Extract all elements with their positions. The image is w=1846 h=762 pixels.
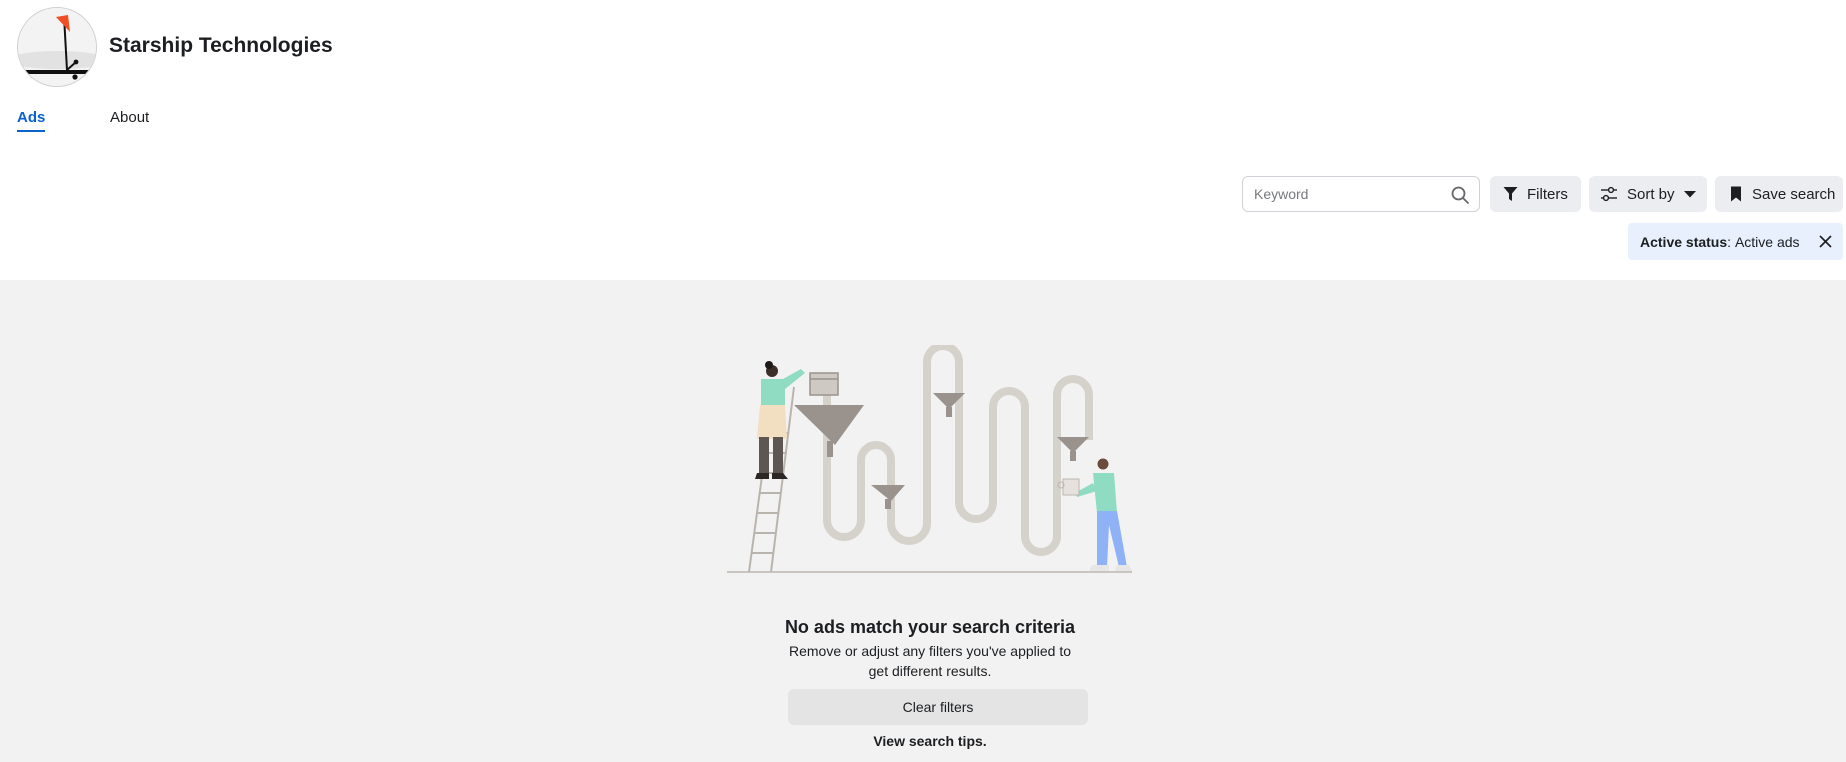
- keyword-search[interactable]: [1242, 176, 1480, 212]
- active-status-filter-chip[interactable]: Active status: Active ads: [1628, 223, 1843, 260]
- filters-label: Filters: [1527, 185, 1568, 203]
- bookmark-icon: [1731, 186, 1741, 202]
- keyword-input[interactable]: [1243, 178, 1446, 210]
- clear-filters-label: Clear filters: [902, 699, 974, 715]
- filter-chip-key: Active status: [1640, 233, 1728, 250]
- page-avatar[interactable]: [17, 7, 97, 87]
- clear-filters-button[interactable]: Clear filters: [788, 689, 1088, 725]
- tab-ads[interactable]: Ads: [17, 109, 46, 132]
- close-icon[interactable]: [1818, 234, 1833, 249]
- sort-by-label: Sort by: [1627, 185, 1675, 203]
- empty-state-illustration: [727, 345, 1132, 573]
- funnel-icon: [1503, 187, 1518, 201]
- tab-about[interactable]: About: [110, 109, 149, 126]
- empty-state-title: No ads match your search criteria: [784, 617, 1076, 637]
- page-header: Starship Technologies Ads About Filters …: [0, 0, 1846, 280]
- filter-chip-value: Active ads: [1734, 233, 1800, 250]
- save-search-label: Save search: [1752, 185, 1836, 203]
- empty-state-description: Remove or adjust any filters you've appl…: [788, 643, 1072, 679]
- sort-by-button[interactable]: Sort by: [1589, 176, 1707, 212]
- sliders-icon: [1601, 186, 1617, 202]
- search-icon[interactable]: [1451, 186, 1469, 204]
- filter-chip-separator: :: [1727, 233, 1732, 250]
- caret-down-icon: [1683, 191, 1696, 198]
- view-search-tips-link[interactable]: View search tips.: [0, 733, 1846, 749]
- filters-button[interactable]: Filters: [1490, 176, 1581, 212]
- save-search-button[interactable]: Save search: [1715, 176, 1843, 212]
- page-title: Starship Technologies: [109, 34, 333, 57]
- starship-logo-icon: [18, 8, 96, 86]
